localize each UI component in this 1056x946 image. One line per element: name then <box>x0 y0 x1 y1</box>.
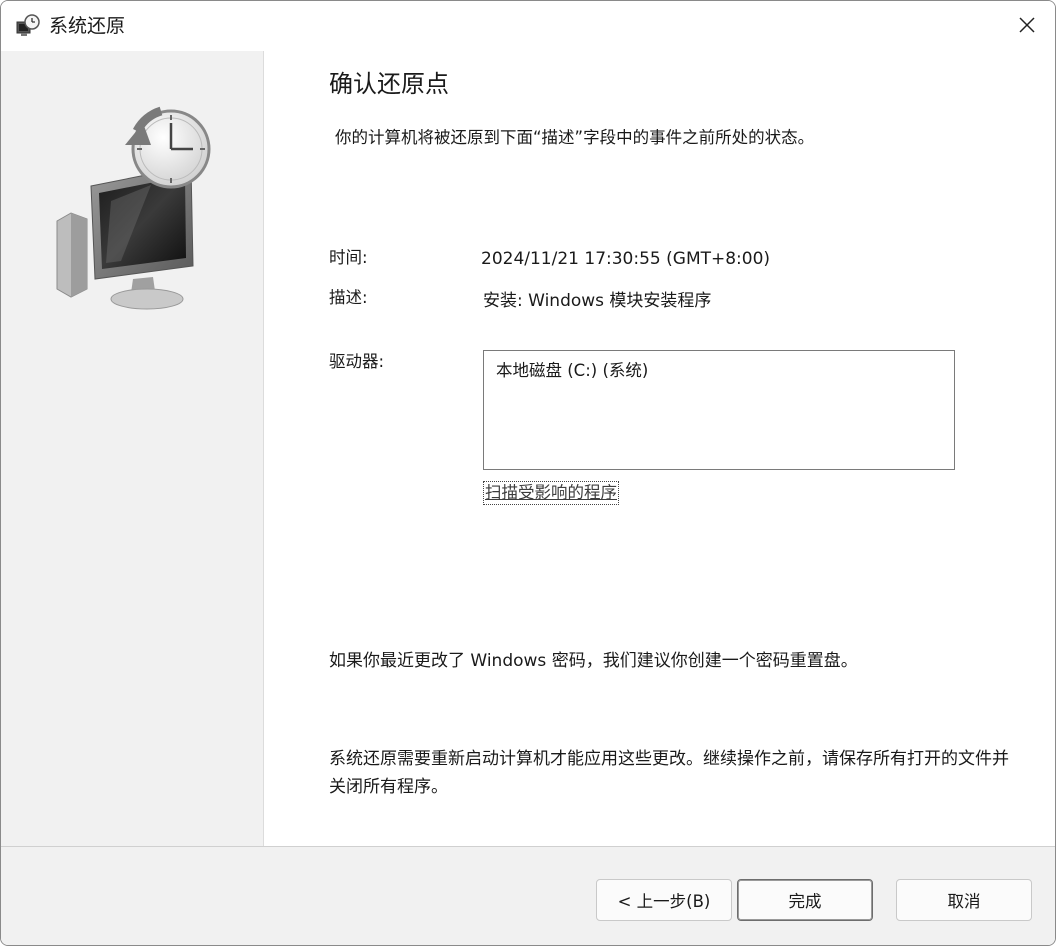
title-bar[interactable]: 系统还原 <box>1 1 1055 51</box>
content-panel: 确认还原点 你的计算机将被还原到下面“描述”字段中的事件之前所处的状态。 时间:… <box>264 51 1055 846</box>
drives-label: 驱动器: <box>329 352 385 371</box>
back-button[interactable]: < 上一步(B) <box>596 879 732 921</box>
finish-button[interactable]: 完成 <box>737 879 873 921</box>
system-restore-window: 系统还原 确认还原点 你的计算机将被还原到下面“描述”字段中的事件之前所处的状态… <box>0 0 1056 946</box>
button-bar: < 上一步(B) 完成 取消 <box>1 846 1055 945</box>
list-item[interactable]: 本地磁盘 (C:) (系统) <box>496 360 648 382</box>
description-value: 安装: Windows 模块安装程序 <box>483 291 712 311</box>
password-note: 如果你最近更改了 Windows 密码，我们建议你创建一个密码重置盘。 <box>329 651 858 671</box>
sidebar <box>1 51 264 846</box>
scan-affected-programs-link[interactable]: 扫描受影响的程序 <box>483 481 619 505</box>
time-label: 时间: <box>329 248 368 267</box>
cancel-button[interactable]: 取消 <box>896 879 1032 921</box>
drives-list[interactable]: 本地磁盘 (C:) (系统) <box>483 350 955 470</box>
close-icon <box>1019 17 1035 33</box>
time-value: 2024/11/21 17:30:55 (GMT+8:00) <box>481 249 771 269</box>
restore-description: 你的计算机将被还原到下面“描述”字段中的事件之前所处的状态。 <box>335 128 815 147</box>
description-label: 描述: <box>329 288 368 307</box>
window-title: 系统还原 <box>49 15 126 37</box>
system-restore-icon <box>16 14 40 36</box>
system-restore-illustration-icon <box>56 106 211 310</box>
close-button[interactable] <box>1005 5 1049 45</box>
page-title: 确认还原点 <box>329 70 449 98</box>
restart-note: 系统还原需要重新启动计算机才能应用这些更改。继续操作之前，请保存所有打开的文件并… <box>329 749 1009 797</box>
